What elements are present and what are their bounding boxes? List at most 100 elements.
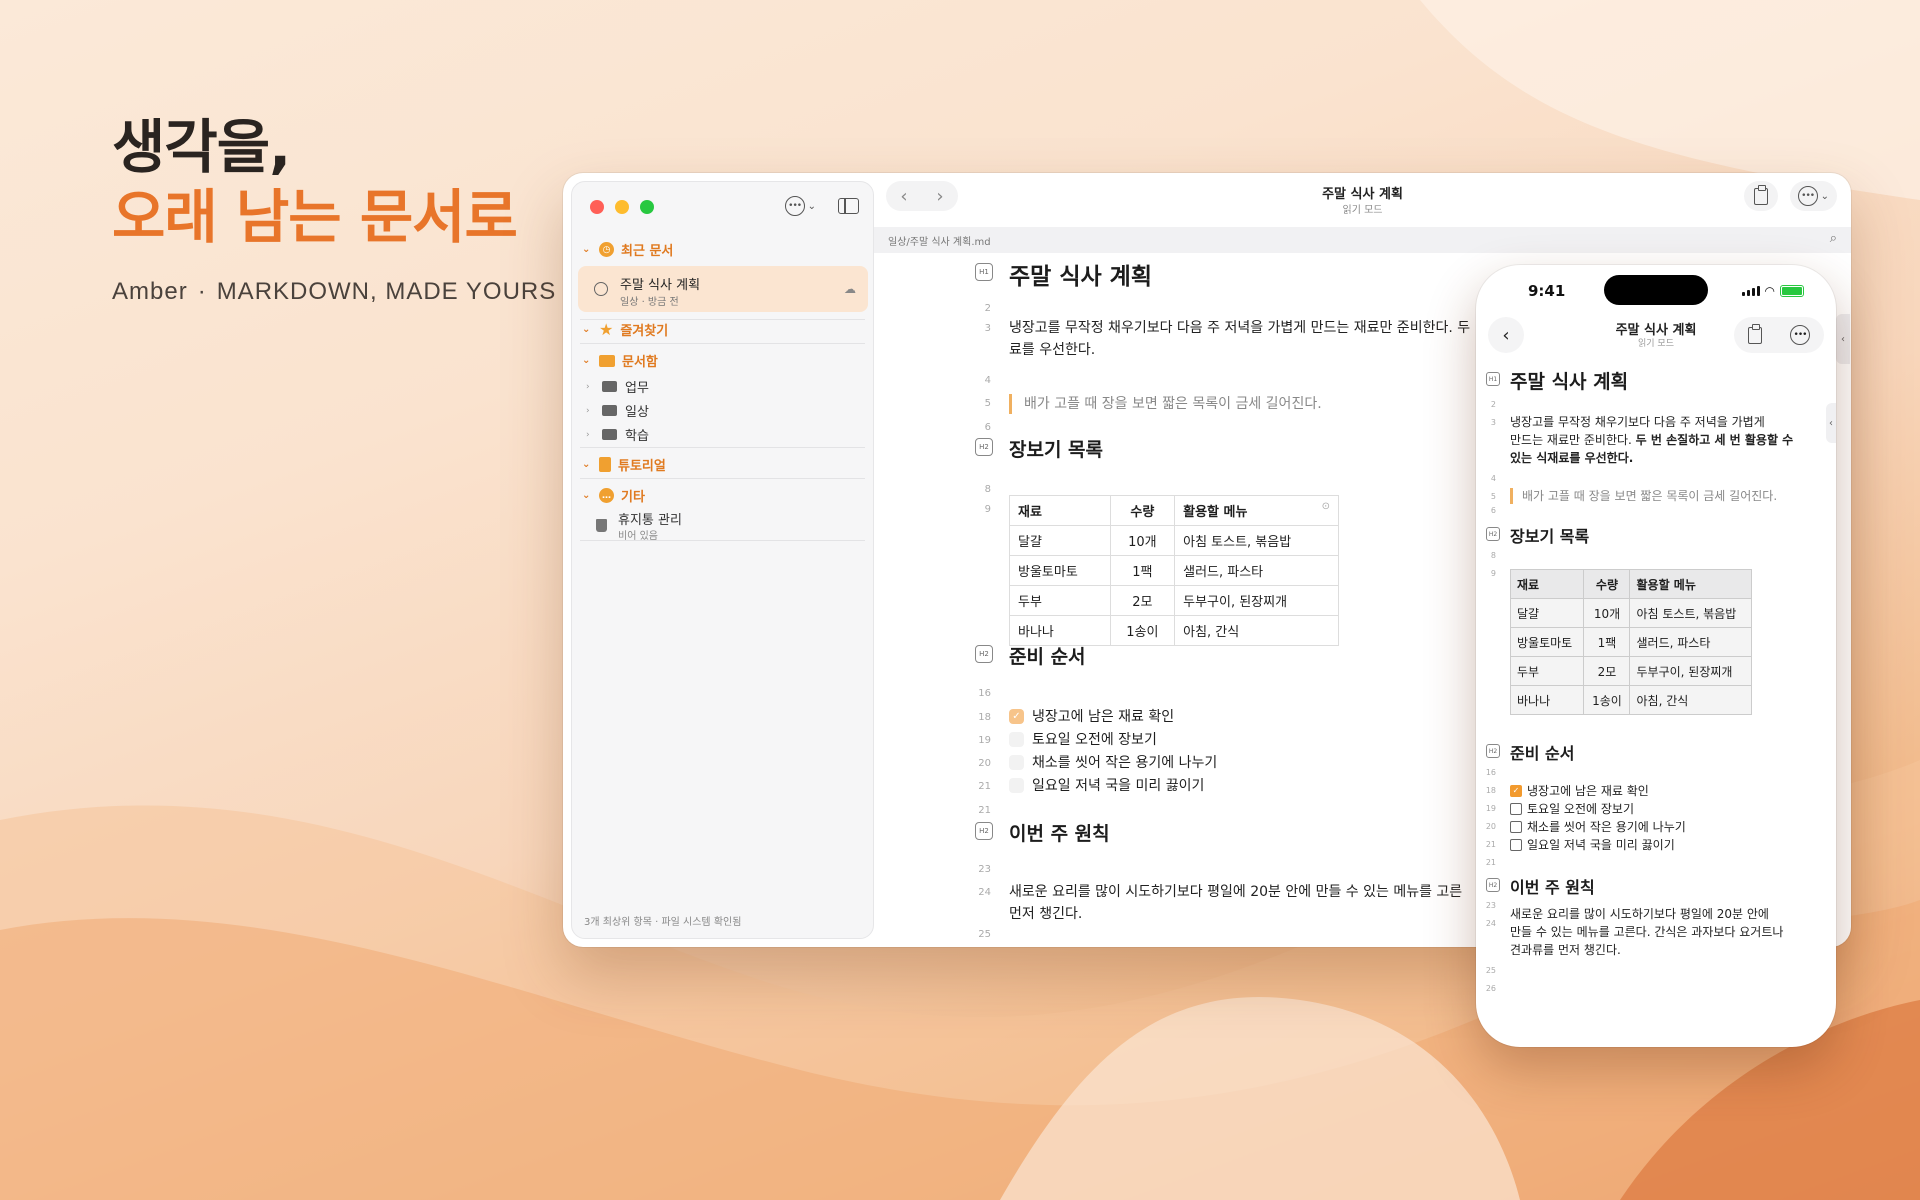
checkbox-checked[interactable]: ✓ — [1510, 784, 1522, 797]
inspector-toggle[interactable]: ‹ — [1836, 314, 1850, 364]
table-cell: 1송이 — [1109, 615, 1176, 646]
line-number: 24 — [978, 887, 991, 898]
phone-blockquote: 배가 고플 때 장을 보면 짧은 목록이 금세 길어진다. — [1510, 488, 1777, 504]
task-item[interactable]: 일요일 저녁 국을 미리 끓이기 — [1009, 775, 1204, 795]
ellipsis-circle-icon[interactable]: ••• — [1790, 325, 1810, 345]
line-number: 19 — [1485, 804, 1496, 813]
heading-level-badge[interactable]: H2 — [1486, 878, 1500, 892]
iphone-mockup: 9:41 ◠ ‹ 주말 식사 계획 읽기 모드 ••• ‹ H1 주말 식사 계… — [1476, 265, 1836, 1047]
path-bar: 일상/주말 식사 계획.md ⌕ — [874, 227, 1851, 253]
phone-heading-shopping: 장보기 목록 — [1510, 527, 1590, 546]
minimize-window-button[interactable] — [615, 200, 629, 214]
more-options-button[interactable]: ••• ⌄ — [1789, 181, 1837, 211]
folder-item-daily[interactable]: › 일상 — [586, 401, 649, 420]
table-cell: 아침 토스트, 볶음밥 — [1174, 525, 1339, 556]
phone-sidebar-toggle[interactable]: ‹ — [1826, 403, 1836, 443]
clipboard-button[interactable] — [1743, 181, 1778, 211]
section-favorites[interactable]: ⌄ ★ 즐겨찾기 — [582, 320, 668, 339]
task-text: 일요일 저녁 국을 미리 끓이기 — [1032, 778, 1205, 794]
section-tutorial[interactable]: ⌄ 튜토리얼 — [582, 455, 666, 474]
task-item[interactable]: 토요일 오전에 장보기 — [1009, 729, 1157, 749]
clipboard-icon[interactable] — [1748, 323, 1762, 344]
folder-label: 업무 — [625, 381, 649, 396]
divider — [580, 478, 865, 479]
table-cell: 두부 — [1509, 656, 1585, 686]
search-icon[interactable]: ⌕ — [1830, 231, 1837, 246]
folder-label: 일상 — [625, 405, 649, 420]
heading-level-badge[interactable]: H2 — [975, 822, 993, 840]
brand-name: Amber — [112, 278, 188, 305]
rules-paragraph-line1: 새로운 요리를 많이 시도하기보다 평일에 20분 안에 만들 수 있는 메뉴를… — [1009, 884, 1463, 900]
shopping-table: 재료 수량 활용할 메뉴 ⊙ 달걀 10개 아침 토스트, 볶음밥 방울토마토 1… — [1009, 495, 1339, 646]
dynamic-island — [1604, 275, 1708, 305]
line-number: 21 — [978, 805, 991, 816]
folder-item-study[interactable]: › 학습 — [586, 425, 649, 444]
table-row: 방울토마토 1팩 샐러드, 파스타 — [1509, 627, 1752, 657]
section-recent[interactable]: ⌄ ◷ 최근 문서 — [582, 240, 673, 259]
checkbox[interactable] — [1009, 777, 1024, 793]
file-path: 일상/주말 식사 계획.md — [888, 237, 991, 248]
task-item[interactable]: 채소를 씻어 작은 용기에 나누기 — [1009, 752, 1217, 772]
intro-paragraph-line2: 료를 우선한다. — [1009, 342, 1096, 358]
checkbox[interactable] — [1510, 838, 1522, 851]
recent-document-item[interactable]: 주말 식사 계획 일상 · 방금 전 ☁ — [578, 266, 868, 312]
task-item[interactable]: ✓ 냉장고에 남은 재료 확인 — [1009, 706, 1174, 726]
task-text: 냉장고에 남은 재료 확인 — [1032, 709, 1175, 725]
heading-level-badge[interactable]: H1 — [975, 263, 993, 281]
more-menu-button[interactable]: ••• ⌄ — [784, 196, 816, 216]
table-header: 활용할 메뉴 ⊙ — [1174, 495, 1339, 526]
rules-paragraph-line2: 먼저 챙긴다. — [1009, 906, 1083, 922]
section-documents[interactable]: ⌄ 문서함 — [582, 351, 658, 370]
table-row: 두부 2모 두부구이, 된장찌개 — [1509, 656, 1752, 686]
line-number: 21 — [1485, 840, 1496, 849]
heading-level-badge[interactable]: H2 — [1486, 527, 1500, 541]
zoom-window-button[interactable] — [640, 200, 654, 214]
line-number: 5 — [984, 398, 991, 409]
phone-task-item[interactable]: 일요일 저녁 국을 미리 끓이기 — [1510, 836, 1675, 853]
sidebar-toggle-icon[interactable] — [838, 198, 859, 214]
chevron-down-icon: ⌄ — [582, 490, 591, 501]
phone-task-item[interactable]: 토요일 오전에 장보기 — [1510, 800, 1634, 817]
table-options-icon[interactable]: ⊙ — [1322, 501, 1330, 512]
phone-task-item[interactable]: ✓ 냉장고에 남은 재료 확인 — [1510, 782, 1649, 799]
folder-item-work[interactable]: › 업무 — [586, 377, 649, 396]
line-number: 4 — [1490, 474, 1496, 483]
line-number: 8 — [1490, 551, 1496, 560]
line-number: 20 — [1485, 822, 1496, 831]
line-number: 16 — [1485, 768, 1496, 777]
hero-tagline: Amber · MARKDOWN, MADE YOURS — [112, 278, 556, 306]
heading-level-badge[interactable]: H1 — [1486, 372, 1500, 386]
trash-title: 휴지통 관리 — [618, 513, 682, 528]
ellipsis-icon: … — [599, 488, 614, 503]
phone-intro-line2: 만드는 재료만 준비한다. 두 번 손질하고 세 번 활용할 수 — [1510, 433, 1794, 447]
heading-level-badge[interactable]: H2 — [975, 645, 993, 663]
phone-actions: ••• — [1734, 317, 1824, 353]
task-text: 토요일 오전에 장보기 — [1527, 802, 1634, 816]
section-tutorial-label: 튜토리얼 — [618, 459, 666, 474]
close-window-button[interactable] — [590, 200, 604, 214]
heading-level-badge[interactable]: H2 — [975, 438, 993, 456]
toolbar-actions: ••• ⌄ — [1743, 181, 1837, 211]
line-number: 26 — [1485, 984, 1496, 993]
table-cell: 10개 — [1109, 525, 1176, 556]
line-number: 5 — [1490, 492, 1496, 501]
table-header-row: 재료 수량 활용할 메뉴 ⊙ — [1009, 495, 1339, 526]
ellipsis-circle-icon: ••• — [1797, 186, 1818, 206]
table-cell: 2모 — [1109, 585, 1176, 616]
line-number: 25 — [1485, 966, 1496, 975]
table-cell: 아침, 간식 — [1174, 615, 1339, 646]
battery-icon — [1780, 285, 1804, 297]
phone-task-item[interactable]: 채소를 씻어 작은 용기에 나누기 — [1510, 818, 1686, 835]
line-number: 3 — [1490, 418, 1496, 427]
checkbox-checked[interactable]: ✓ — [1009, 708, 1024, 724]
checkbox[interactable] — [1009, 731, 1024, 747]
checkbox[interactable] — [1510, 802, 1522, 815]
table-cell: 아침, 간식 — [1629, 685, 1752, 715]
checkbox[interactable] — [1510, 820, 1522, 833]
heading-level-badge[interactable]: H2 — [1486, 744, 1500, 758]
checkbox[interactable] — [1009, 754, 1024, 770]
section-etc[interactable]: ⌄ … 기타 — [582, 486, 645, 505]
sidebar-toolbar: ••• ⌄ — [784, 196, 859, 216]
table-row: 달걀 10개 아침 토스트, 볶음밥 — [1009, 525, 1339, 556]
phone-heading: 주말 식사 계획 — [1510, 371, 1629, 393]
